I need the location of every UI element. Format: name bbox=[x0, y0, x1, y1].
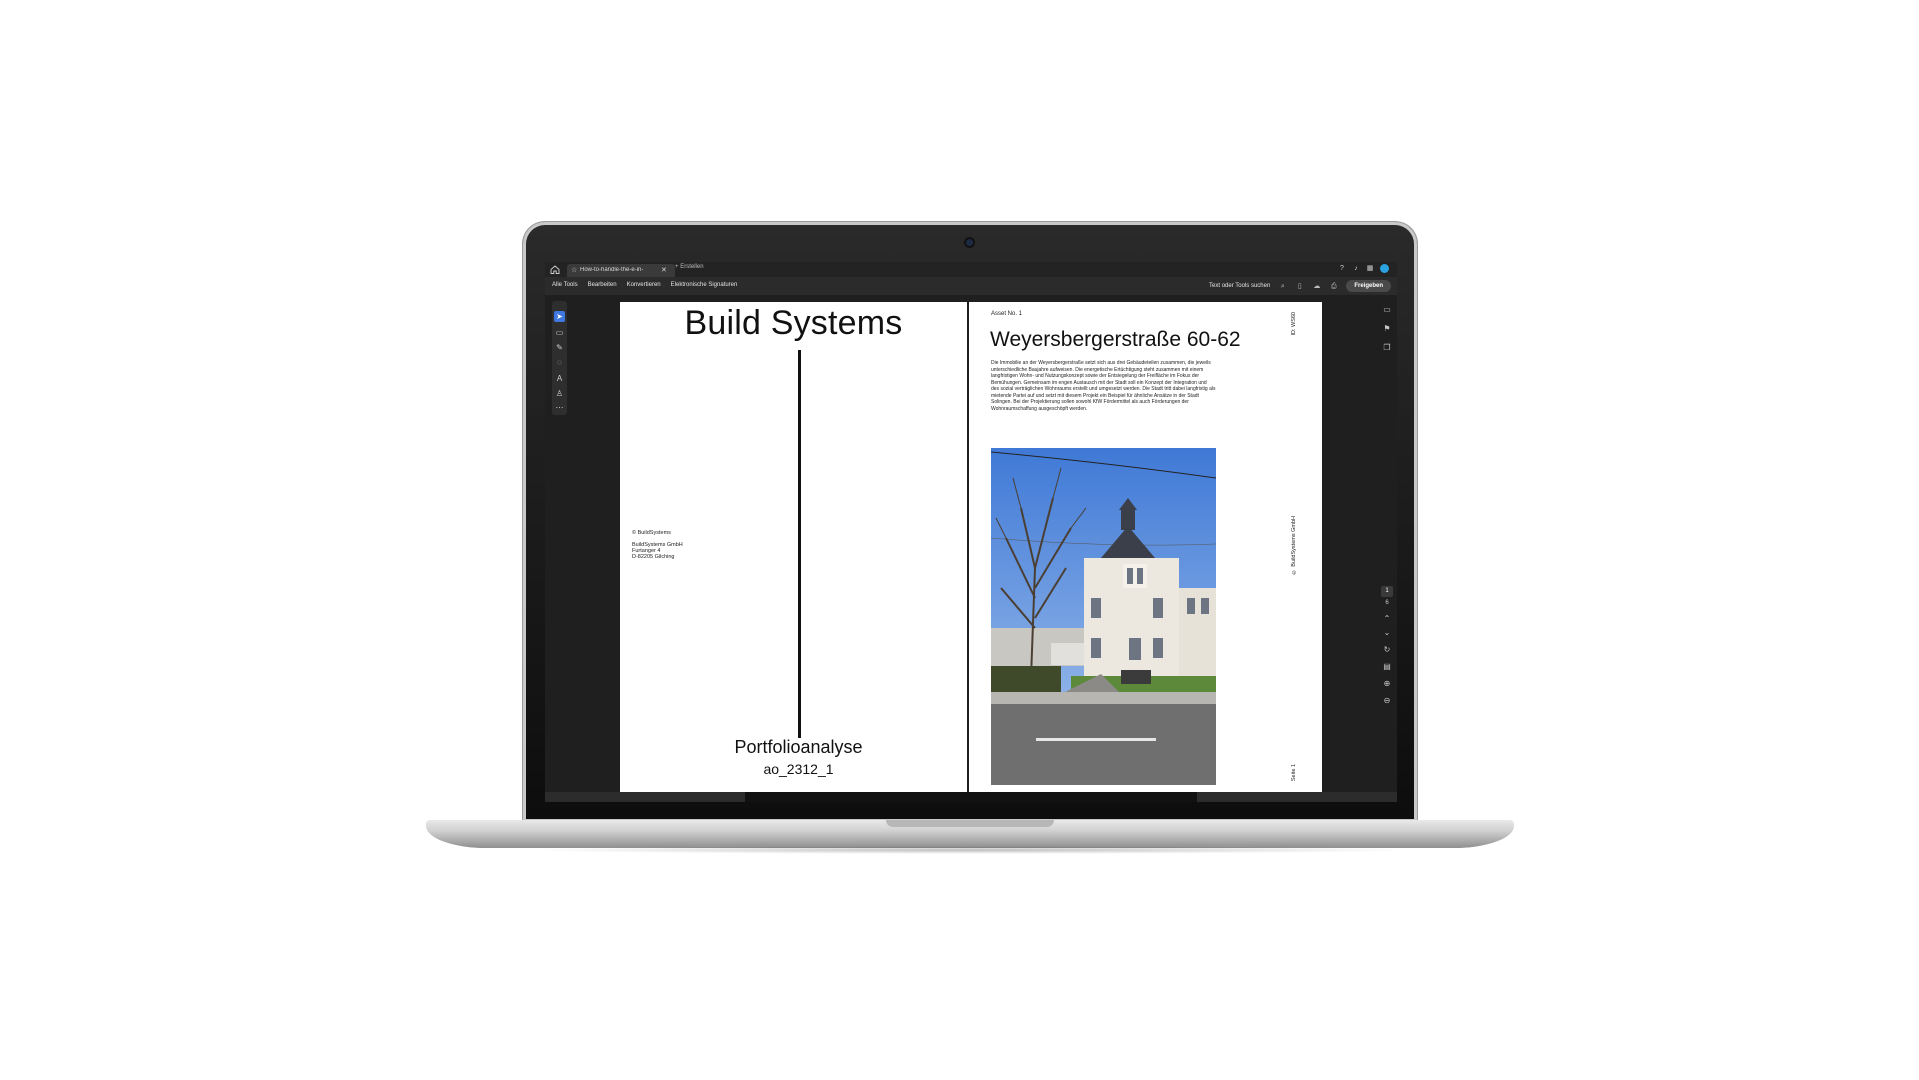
menu-items: Alle Tools Bearbeiten Konvertieren Elekt… bbox=[552, 282, 737, 288]
stamp-icon[interactable]: ♙ bbox=[554, 388, 565, 399]
chevron-down-icon[interactable]: ⌄ bbox=[1382, 628, 1392, 638]
tab-title: How-to-handle-the-e-in- bbox=[580, 267, 644, 273]
menu-all-tools[interactable]: Alle Tools bbox=[552, 282, 578, 288]
page-count: 6 bbox=[1385, 600, 1389, 606]
more-icon[interactable]: ⋯ bbox=[554, 402, 565, 413]
close-icon[interactable]: ✕ bbox=[661, 266, 667, 274]
right-rail: ▭ ⚑ ❐ 1 6 ⌃ ⌄ ↻ ▤ ⊕ ⊖ bbox=[1377, 262, 1397, 792]
vertical-rule bbox=[798, 350, 801, 738]
search-icon[interactable]: ⌕ bbox=[1278, 282, 1287, 291]
help-icon[interactable]: ? bbox=[1338, 265, 1346, 273]
zoom-out-icon[interactable]: ⊖ bbox=[1382, 696, 1392, 706]
property-description: Die Immobilie an der Weyersbergerstraße … bbox=[991, 360, 1216, 412]
tool-rail: ➤ ▭ ✎ ◌ A ♙ ⋯ bbox=[552, 301, 567, 415]
copy-pages-icon[interactable]: ❐ bbox=[1382, 343, 1392, 353]
plus-icon: + bbox=[675, 264, 679, 270]
bookmark-icon[interactable]: ⚑ bbox=[1382, 324, 1392, 334]
comment-icon[interactable]: ▭ bbox=[554, 327, 565, 338]
property-title: Weyersbergerstraße 60-62 bbox=[990, 328, 1241, 351]
bell-icon[interactable]: ♪ bbox=[1352, 265, 1360, 273]
menu-e-signatures[interactable]: Elektronische Signaturen bbox=[671, 282, 738, 288]
layout-icon[interactable]: ▯ bbox=[1295, 282, 1304, 291]
asset-label: Asset No. 1 bbox=[991, 311, 1023, 317]
cover-copyright: © BuildSystems bbox=[632, 530, 671, 536]
menu-edit[interactable]: Bearbeiten bbox=[588, 282, 617, 288]
document-tab[interactable]: ☆ How-to-handle-the-e-in- ✕ bbox=[567, 264, 675, 277]
cover-subtitle: Portfolioanalyse bbox=[734, 737, 863, 757]
page-fit-icon[interactable]: ▤ bbox=[1382, 662, 1392, 672]
address-line: D-82205 Gilching bbox=[632, 554, 675, 560]
print-icon[interactable]: ⎙ bbox=[1329, 282, 1338, 291]
comments-panel-icon[interactable]: ▭ bbox=[1382, 305, 1392, 315]
home-icon[interactable] bbox=[550, 265, 560, 274]
star-icon[interactable]: ☆ bbox=[571, 266, 577, 274]
cover-address: BuildSystems GmbH Furtanger 4 D-82205 Gi… bbox=[632, 542, 683, 560]
lasso-icon[interactable]: ◌ bbox=[554, 357, 565, 368]
building-photo bbox=[991, 448, 1216, 785]
create-tab-button[interactable]: + Erstellen bbox=[675, 264, 704, 270]
side-copyright: © BuildSystems GmbH bbox=[1291, 516, 1297, 575]
side-id: ID: WS60 bbox=[1291, 312, 1297, 336]
apps-grid-icon[interactable]: ▦ bbox=[1366, 265, 1374, 273]
create-tab-label: Erstellen bbox=[680, 264, 704, 270]
tab-bar: ☆ How-to-handle-the-e-in- ✕ + Erstellen … bbox=[545, 262, 1397, 277]
rotate-icon[interactable]: ↻ bbox=[1382, 645, 1392, 655]
pen-icon[interactable]: ✎ bbox=[554, 342, 565, 353]
menu-convert[interactable]: Konvertieren bbox=[627, 282, 661, 288]
document-page-right: Asset No. 1 Weyersbergerstraße 60-62 Die… bbox=[969, 302, 1322, 792]
page-label: Seite 1 bbox=[1291, 764, 1297, 782]
current-page-field[interactable]: 1 bbox=[1381, 586, 1393, 597]
cover-title: Build Systems bbox=[684, 304, 903, 342]
text-box-icon[interactable]: A bbox=[554, 373, 565, 384]
menu-right: Text oder Tools suchen ⌕ ▯ ☁ ⎙ Freigeben bbox=[1209, 280, 1391, 292]
select-cursor-icon[interactable]: ➤ bbox=[554, 311, 565, 322]
chevron-up-icon[interactable]: ⌃ bbox=[1382, 614, 1392, 624]
app-window: ☆ How-to-handle-the-e-in- ✕ + Erstellen … bbox=[545, 262, 1397, 792]
document-page-left: Build Systems © BuildSystems BuildSystem… bbox=[620, 302, 967, 792]
search-tools[interactable]: Text oder Tools suchen bbox=[1209, 283, 1270, 289]
camera-icon bbox=[966, 239, 973, 246]
zoom-in-icon[interactable]: ⊕ bbox=[1382, 679, 1392, 689]
menu-bar: Alle Tools Bearbeiten Konvertieren Elekt… bbox=[545, 277, 1397, 295]
laptop-chin bbox=[545, 792, 1397, 802]
cloud-upload-icon[interactable]: ☁ bbox=[1312, 282, 1321, 291]
cover-code: ao_2312_1 bbox=[763, 761, 834, 777]
laptop-base bbox=[426, 820, 1514, 848]
